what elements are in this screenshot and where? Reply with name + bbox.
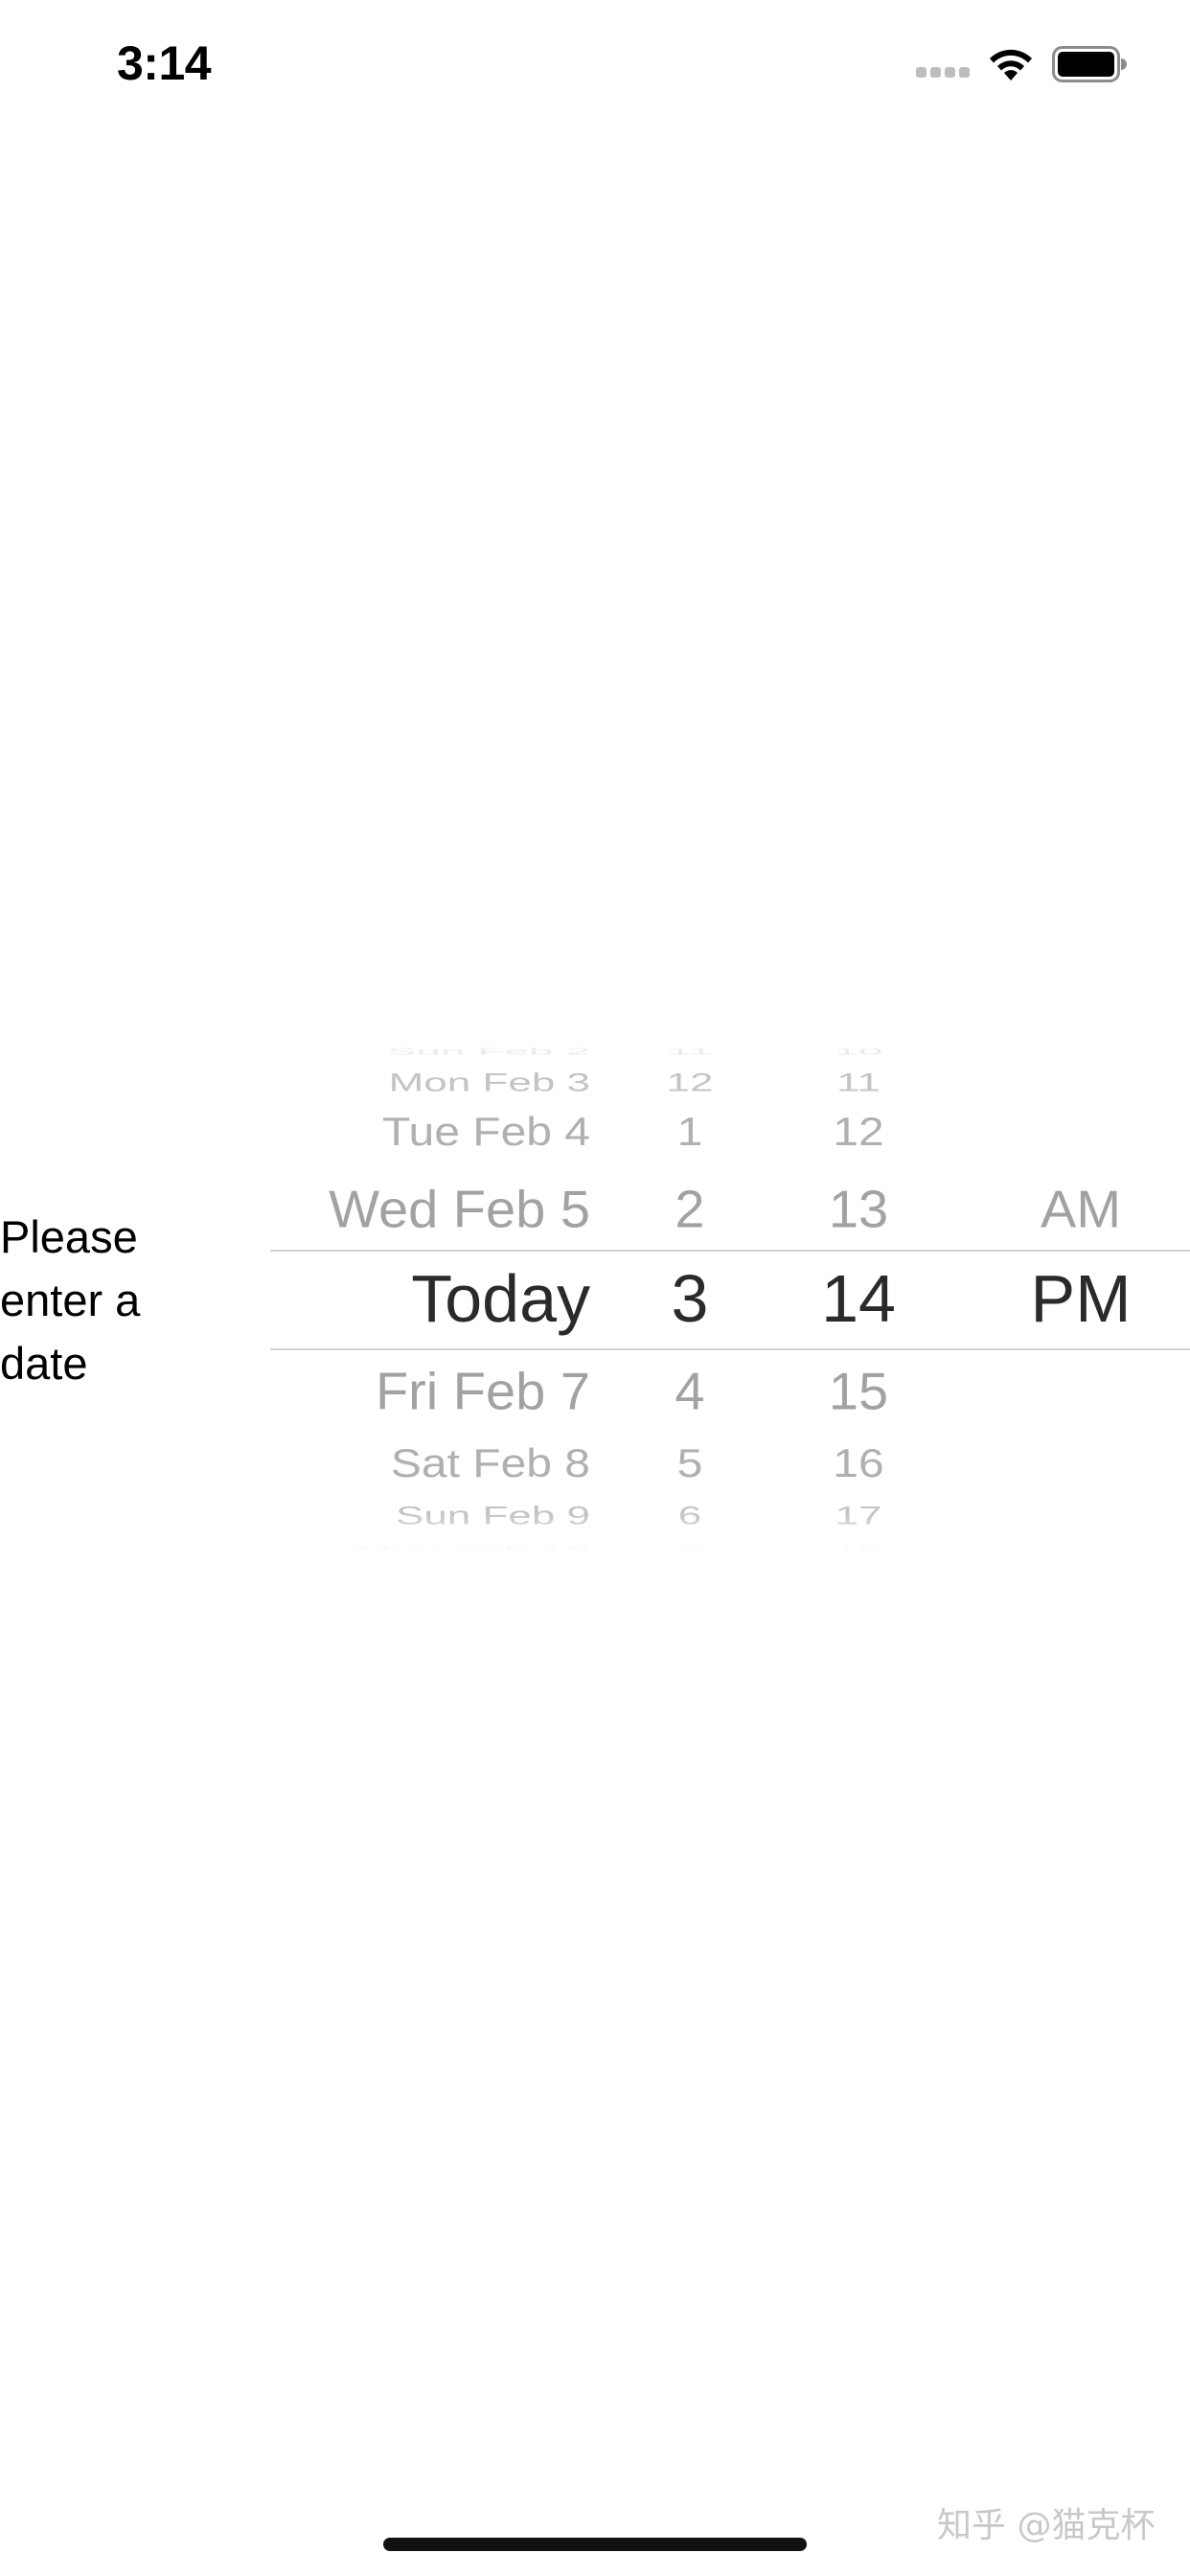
ampm-option-selected[interactable]: PM bbox=[1004, 1265, 1157, 1332]
date-option[interactable]: Tue Feb 4 bbox=[382, 1113, 590, 1152]
hour-option[interactable]: 2 bbox=[632, 1183, 747, 1235]
status-time: 3:14 bbox=[117, 36, 212, 90]
date-option[interactable]: Fri Feb 7 bbox=[376, 1365, 590, 1417]
hour-option[interactable]: 7 bbox=[632, 1545, 747, 1552]
date-option[interactable]: Sun Feb 2 bbox=[387, 1046, 590, 1056]
date-option[interactable]: Sun Feb 9 bbox=[396, 1503, 590, 1529]
ampm-option[interactable]: AM bbox=[1004, 1183, 1157, 1235]
minute-option-selected[interactable]: 14 bbox=[801, 1265, 916, 1332]
minute-option[interactable]: 11 bbox=[801, 1070, 916, 1095]
minute-option[interactable]: 12 bbox=[801, 1113, 916, 1152]
selection-line-bottom bbox=[270, 1348, 1190, 1350]
home-indicator[interactable] bbox=[383, 2538, 807, 2551]
wifi-icon bbox=[990, 49, 1032, 80]
minute-option[interactable]: 16 bbox=[801, 1444, 916, 1484]
hour-option[interactable]: 1 bbox=[632, 1113, 747, 1152]
battery-icon bbox=[1052, 46, 1127, 82]
status-bar: 3:14 bbox=[0, 0, 1190, 126]
selection-line-top bbox=[270, 1250, 1190, 1252]
date-option[interactable]: Mon Feb 3 bbox=[389, 1070, 590, 1095]
hour-option[interactable]: 6 bbox=[632, 1503, 747, 1529]
hour-option[interactable]: 12 bbox=[632, 1070, 747, 1095]
minute-option[interactable]: 15 bbox=[801, 1365, 916, 1417]
date-picker[interactable]: Sun Feb 2 Mon Feb 3 Tue Feb 4 Wed Feb 5 … bbox=[270, 1035, 1190, 1552]
minute-option[interactable]: 10 bbox=[801, 1046, 916, 1056]
watermark: 知乎 @猫克杯 bbox=[937, 2506, 1156, 2545]
date-option-selected[interactable]: Today bbox=[411, 1265, 590, 1332]
date-option[interactable]: Mon Feb 10 bbox=[355, 1545, 590, 1552]
date-option[interactable]: Sat Feb 8 bbox=[391, 1444, 590, 1484]
date-label: Please enter a date bbox=[0, 1211, 141, 1389]
minute-option[interactable]: 18 bbox=[801, 1545, 916, 1552]
minute-option[interactable]: 13 bbox=[801, 1183, 916, 1235]
minute-option[interactable]: 17 bbox=[801, 1503, 916, 1529]
hour-option[interactable]: 4 bbox=[632, 1365, 747, 1417]
hour-option[interactable]: 11 bbox=[632, 1046, 747, 1056]
hour-option-selected[interactable]: 3 bbox=[632, 1265, 747, 1332]
cellular-signal-icon bbox=[916, 67, 970, 80]
date-option[interactable]: Wed Feb 5 bbox=[329, 1183, 590, 1235]
hour-option[interactable]: 5 bbox=[632, 1444, 747, 1484]
